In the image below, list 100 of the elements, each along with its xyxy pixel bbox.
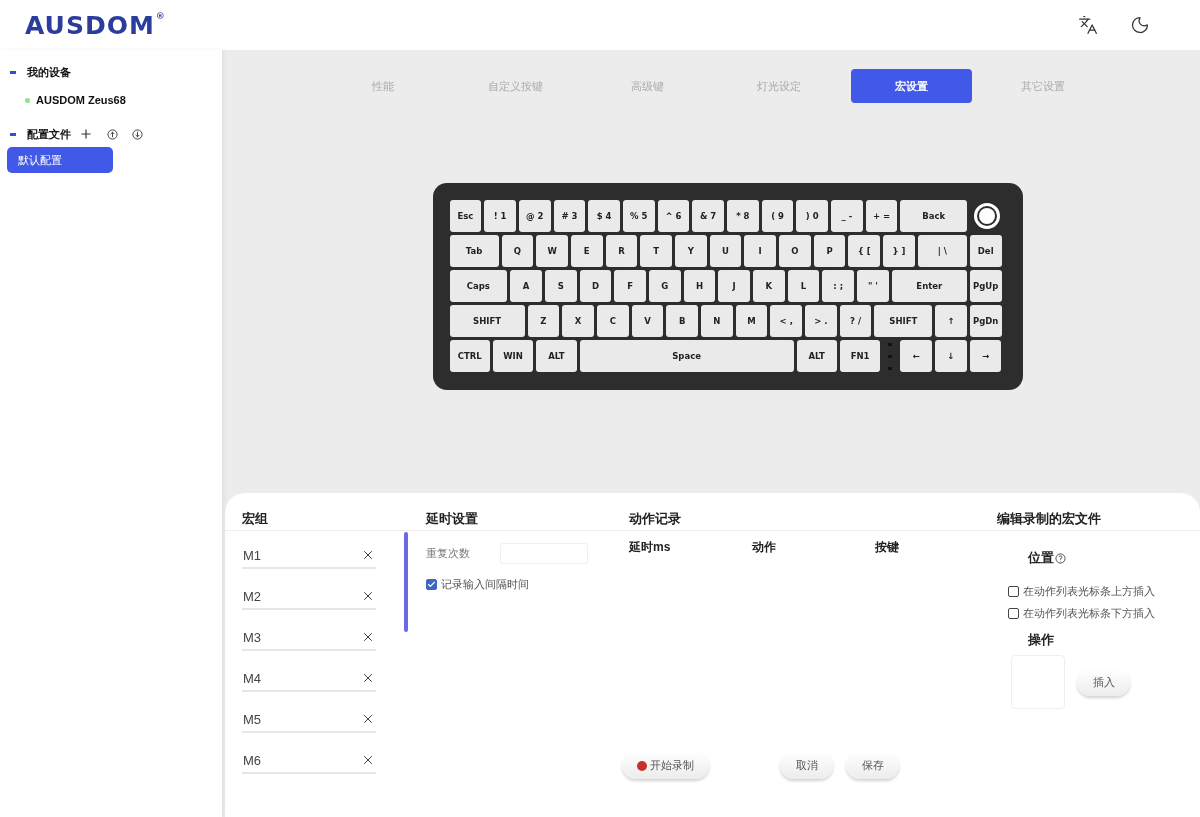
device-name[interactable]: AUSDOM Zeus68	[36, 94, 126, 106]
add-icon[interactable]	[79, 127, 93, 141]
key[interactable]: PgDn	[969, 305, 1002, 337]
checkbox[interactable]	[1008, 586, 1019, 597]
close-icon[interactable]	[361, 630, 375, 644]
key[interactable]: Enter	[891, 270, 967, 302]
translate-icon[interactable]	[1078, 15, 1098, 35]
close-icon[interactable]	[361, 712, 375, 726]
key[interactable]: O	[779, 235, 811, 267]
help-icon[interactable]	[1055, 552, 1066, 564]
key[interactable]: S	[544, 270, 577, 302]
tab[interactable]: 宏设置	[850, 69, 972, 103]
key[interactable]: * 8	[727, 200, 759, 232]
key[interactable]: PgUp	[969, 270, 1002, 302]
key[interactable]: _ -	[831, 200, 863, 232]
moon-icon[interactable]	[1130, 15, 1150, 35]
key[interactable]: } ]	[883, 235, 915, 267]
key[interactable]: Space	[579, 340, 794, 372]
key[interactable]: + =	[865, 200, 898, 232]
key[interactable]: Caps	[449, 270, 508, 302]
key[interactable]: ↓	[934, 340, 967, 372]
close-icon[interactable]	[361, 548, 375, 562]
cancel-button[interactable]: 取消	[780, 752, 833, 779]
macro-item[interactable]: M6	[242, 748, 376, 774]
key[interactable]: FN1	[839, 340, 881, 372]
insert-button[interactable]: 插入	[1077, 668, 1130, 696]
key[interactable]: R	[605, 235, 638, 267]
key[interactable]: Back	[900, 200, 967, 232]
key[interactable]: →	[969, 340, 1002, 372]
key[interactable]: L	[787, 270, 820, 302]
key[interactable]: " '	[857, 270, 889, 302]
column-title: 编辑录制的宏文件	[997, 510, 1102, 528]
macro-item[interactable]: M1	[242, 543, 376, 569]
key[interactable]: M	[735, 305, 768, 337]
key[interactable]: A	[510, 270, 542, 302]
key[interactable]: X	[562, 305, 594, 337]
key[interactable]: & 7	[692, 200, 724, 232]
profile-item[interactable]: 默认配置	[7, 147, 113, 173]
macro-item[interactable]: M5	[242, 707, 376, 733]
key[interactable]: N	[701, 305, 733, 337]
key[interactable]: K	[753, 270, 785, 302]
key[interactable]: Del	[969, 235, 1002, 267]
key[interactable]: U	[709, 235, 742, 267]
key[interactable]: V	[631, 305, 664, 337]
key[interactable]: ? /	[839, 305, 872, 337]
key[interactable]: W	[536, 235, 568, 267]
collapse-icon[interactable]	[10, 70, 16, 74]
key[interactable]: { [	[848, 235, 881, 267]
collapse-icon[interactable]	[10, 132, 16, 136]
key[interactable]: T	[640, 235, 672, 267]
checkbox[interactable]	[1008, 608, 1019, 619]
key[interactable]: Q	[501, 235, 534, 267]
key[interactable]: : ;	[822, 270, 855, 302]
key[interactable]: < ,	[770, 305, 803, 337]
key[interactable]: @ 2	[518, 200, 551, 232]
upload-icon[interactable]	[107, 128, 118, 140]
key[interactable]: ←	[900, 340, 932, 372]
key[interactable]: J	[718, 270, 751, 302]
key[interactable]: ^ 6	[657, 200, 690, 232]
key[interactable]: Esc	[449, 200, 482, 232]
key[interactable]: ↑	[935, 305, 967, 337]
key[interactable]: H	[683, 270, 716, 302]
key[interactable]: ( 9	[761, 200, 794, 232]
key[interactable]: Y	[675, 235, 707, 267]
close-icon[interactable]	[361, 589, 375, 603]
key[interactable]: ALT	[796, 340, 837, 372]
key[interactable]: C	[596, 305, 629, 337]
macro-item[interactable]: M4	[242, 666, 376, 692]
key[interactable]: ! 1	[484, 200, 516, 232]
key[interactable]: | \	[917, 235, 967, 267]
key[interactable]: % 5	[622, 200, 655, 232]
key[interactable]: Z	[527, 305, 560, 337]
save-button[interactable]: 保存	[846, 752, 899, 779]
knob-icon[interactable]	[973, 203, 1000, 229]
record-button[interactable]: 开始录制	[622, 752, 709, 779]
key[interactable]: P	[813, 235, 846, 267]
key[interactable]: > .	[805, 305, 837, 337]
close-icon[interactable]	[361, 671, 375, 685]
macro-item[interactable]: M2	[242, 584, 376, 610]
section-title: 我的设备	[27, 64, 71, 80]
key[interactable]: E	[570, 235, 603, 267]
key[interactable]: F	[614, 270, 646, 302]
key[interactable]: I	[744, 235, 777, 267]
checkbox[interactable]	[426, 579, 437, 590]
download-icon[interactable]	[132, 128, 143, 140]
key[interactable]: D	[579, 270, 612, 302]
macro-item[interactable]: M3	[242, 625, 376, 651]
key[interactable]: CTRL	[449, 340, 490, 372]
key[interactable]: SHIFT	[449, 305, 525, 337]
key[interactable]: ) 0	[796, 200, 829, 232]
close-icon[interactable]	[361, 753, 375, 767]
key[interactable]: $ 4	[588, 200, 620, 232]
key[interactable]: SHIFT	[874, 305, 933, 337]
key[interactable]: G	[648, 270, 681, 302]
key[interactable]: B	[666, 305, 698, 337]
key[interactable]: Tab	[449, 235, 499, 267]
key[interactable]: # 3	[553, 200, 586, 232]
key[interactable]: ALT	[536, 340, 577, 372]
key[interactable]: WIN	[492, 340, 534, 372]
column-title: 动作记录	[629, 510, 682, 528]
